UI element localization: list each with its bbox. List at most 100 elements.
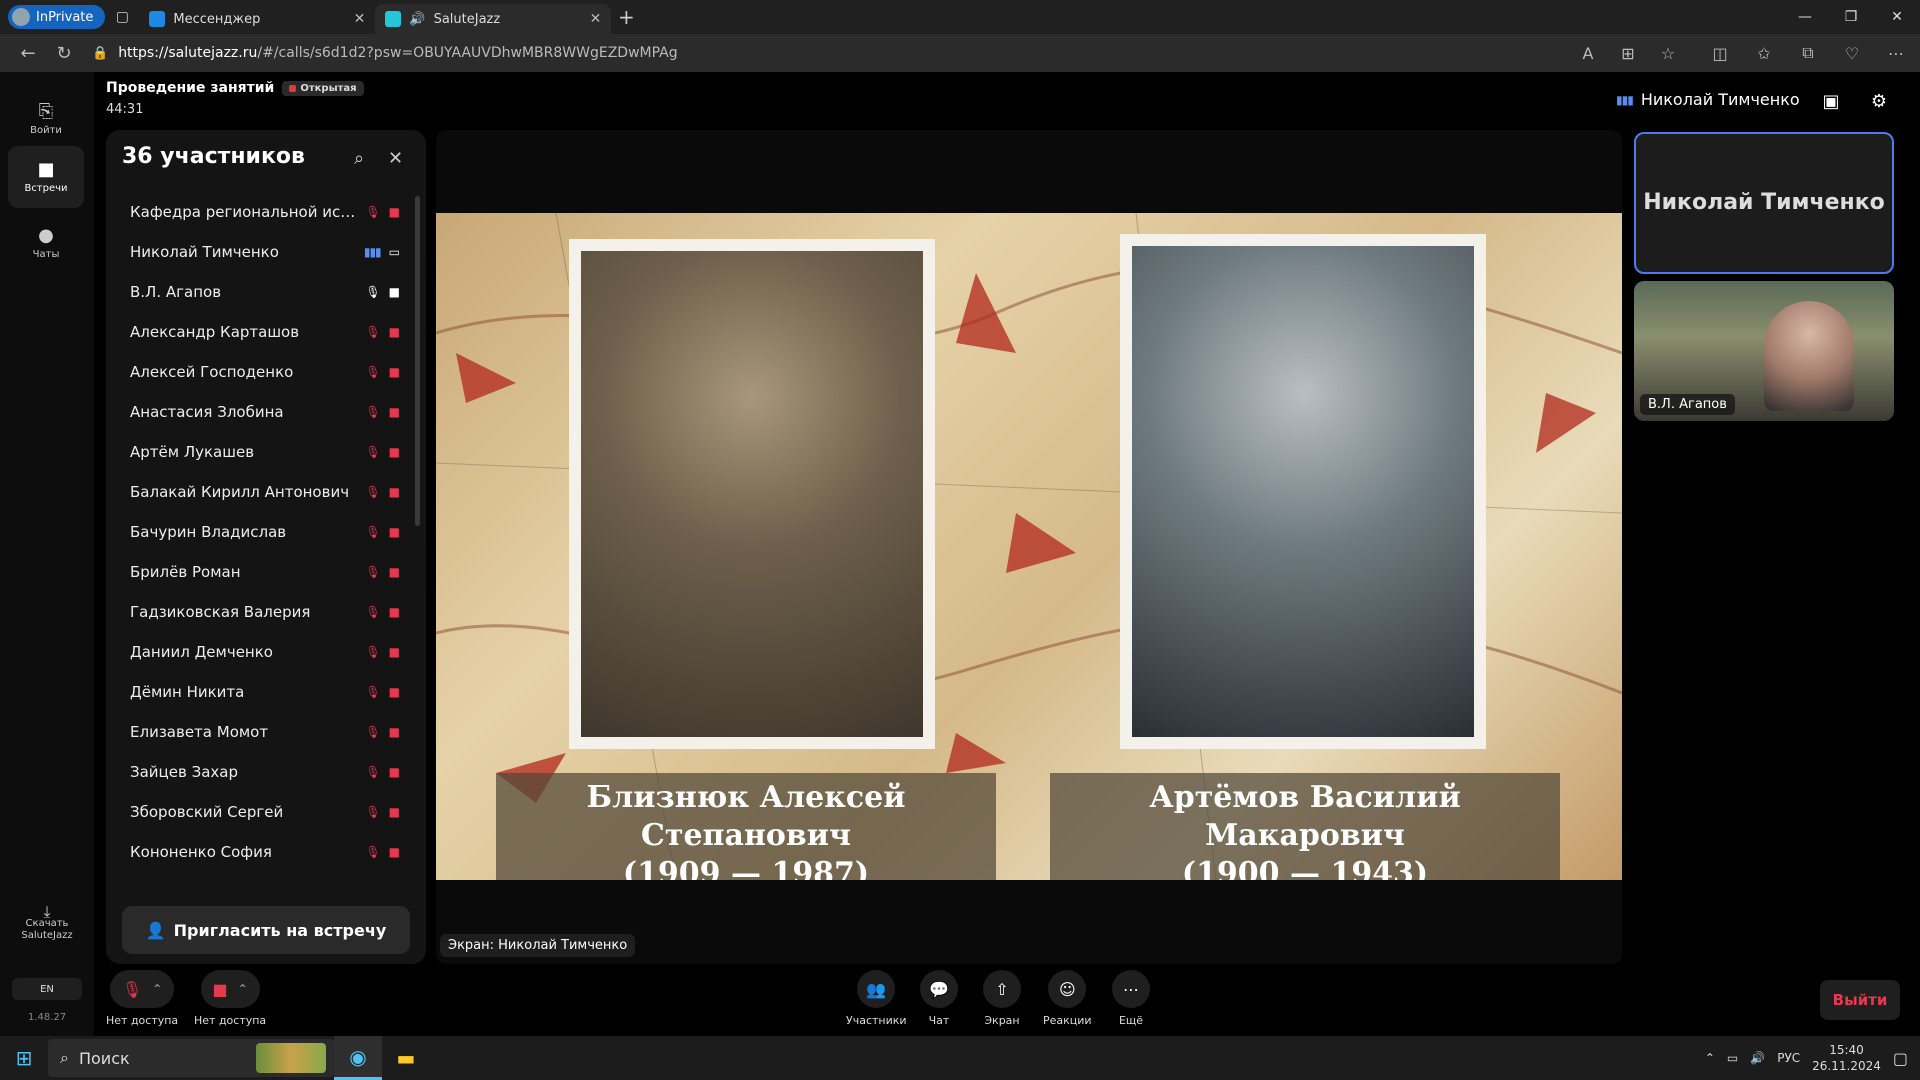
camera-off-icon: ■ [388, 205, 400, 219]
list-item[interactable]: Балакай Кирилл Антонович 🎙 ■ [106, 472, 416, 512]
list-item[interactable]: Зайцев Захар 🎙 ■ [106, 752, 416, 792]
edge-browser-icon[interactable]: ◉ [334, 1036, 382, 1080]
participant-status: 🎙 ■ [365, 565, 400, 579]
screen-button[interactable]: ⇧ Экран [983, 970, 1021, 1027]
back-icon[interactable]: ← [10, 37, 46, 69]
list-item[interactable]: Зборовский Сергей 🎙 ■ [106, 792, 416, 832]
split-screen-icon[interactable]: ◫ [1700, 34, 1740, 72]
windows-start-icon[interactable]: ⊞ [0, 1036, 48, 1080]
rail-meetings[interactable]: ■ Встречи [8, 146, 84, 208]
close-icon[interactable]: ✕ [388, 148, 403, 169]
list-item[interactable]: Анастасия Злобина 🎙 ■ [106, 392, 416, 432]
list-item[interactable]: Бачурин Владислав 🎙 ■ [106, 512, 416, 552]
screen-button-label: Экран [984, 1014, 1020, 1027]
camera-toggle-button[interactable]: ■ ⌃ [200, 970, 260, 1008]
participant-name: Александр Карташов [130, 323, 300, 341]
clock-date: 26.11.2024 [1812, 1059, 1881, 1073]
app-available-icon[interactable]: ⊞ [1608, 34, 1648, 72]
left-rail: ⎘ Войти ■ Встречи ● Чаты [0, 72, 94, 1036]
list-item[interactable]: Николай Тимченко ▮▮▮ ▭ [106, 232, 416, 272]
close-window-icon[interactable]: ✕ [1874, 0, 1920, 34]
participant-name: Анастасия Злобина [130, 403, 284, 421]
chat-button[interactable]: 💬 Чат [920, 970, 958, 1027]
portrait-right [1120, 234, 1486, 749]
camera-off-icon: ■ [388, 525, 400, 539]
camera-off-icon: ■ [388, 485, 400, 499]
more-menu-icon[interactable]: ⋯ [1876, 34, 1916, 72]
layout-icon[interactable]: ▣ [1816, 86, 1846, 116]
leave-button[interactable]: Выйти [1820, 980, 1900, 1020]
meeting-status-badge: Открытая [282, 80, 364, 96]
camera-control[interactable]: ■ ⌃ Нет доступа [194, 970, 266, 1027]
reactions-button[interactable]: ☺ Реакции [1043, 970, 1092, 1027]
file-explorer-icon[interactable]: ▬ [382, 1036, 430, 1080]
input-language[interactable]: РУС [1777, 1051, 1800, 1065]
tab-salutejazz[interactable]: 🔊 SaluteJazz ✕ [375, 4, 612, 34]
list-item[interactable]: Елизавета Момот 🎙 ■ [106, 712, 416, 752]
chevron-up-icon[interactable]: ⌃ [238, 982, 248, 996]
url-host: https://salutejazz.ru [118, 45, 258, 61]
inprivate-badge[interactable]: InPrivate [8, 5, 106, 29]
smile-icon: ☺ [1048, 970, 1087, 1008]
chevron-up-icon[interactable]: ⌃ [1705, 1051, 1715, 1065]
search-icon[interactable]: ⌕ [354, 148, 364, 169]
list-item[interactable]: Александр Карташов 🎙 ■ [106, 312, 416, 352]
rail-login-label: Войти [30, 124, 62, 136]
caption-right: Артёмов Василий Макарович (1900 — 1943) [1050, 773, 1560, 880]
tile-agapov[interactable]: В.Л. Агапов [1634, 281, 1894, 421]
more-button[interactable]: ⋯ Ещё [1112, 970, 1150, 1027]
participants-button[interactable]: 👥 Участники [846, 970, 907, 1027]
participants-button-label: Участники [846, 1014, 907, 1027]
tile-agapov-name: В.Л. Агапов [1640, 394, 1735, 415]
list-item[interactable]: Кононенко София 🎙 ■ [106, 832, 416, 872]
download-app[interactable]: ⤓ Скачать SaluteJazz [14, 904, 80, 942]
language-switch[interactable]: EN [12, 978, 82, 1000]
tab-messenger[interactable]: Мессенджер ✕ [139, 4, 375, 34]
list-item[interactable]: Даниил Демченко 🎙 ■ [106, 632, 416, 672]
participant-status: 🎙 ■ [365, 285, 400, 299]
list-item[interactable]: В.Л. Агапов 🎙 ■ [106, 272, 416, 312]
favorite-star-icon[interactable]: ☆ [1648, 34, 1688, 72]
read-aloud-icon[interactable]: A [1568, 34, 1608, 72]
rail-chats[interactable]: ● Чаты [8, 212, 84, 274]
taskbar-search[interactable]: ⌕ Поиск [48, 1039, 334, 1077]
list-item[interactable]: Кафедра региональной ист... 🎙 ■ [106, 192, 416, 232]
browser-essentials-icon[interactable]: ♡ [1832, 34, 1872, 72]
mic-control[interactable]: 🎙 ⌃ Нет доступа [106, 970, 178, 1027]
restore-icon[interactable]: ❐ [1828, 0, 1874, 34]
login-icon: ⎘ [38, 100, 54, 122]
minimize-icon[interactable]: — [1782, 0, 1828, 34]
tile-nikolai[interactable]: Николай Тимченко [1634, 132, 1894, 274]
participants-scrollbar[interactable] [415, 196, 420, 526]
list-item[interactable]: Артём Лукашев 🎙 ■ [106, 432, 416, 472]
mic-toggle-button[interactable]: 🎙 ⌃ [109, 970, 175, 1008]
invite-button[interactable]: 👤 Пригласить на встречу [122, 906, 410, 954]
mic-off-icon: 🎙 [365, 765, 381, 779]
volume-icon[interactable]: 🔊 [1750, 1051, 1765, 1065]
clock[interactable]: 15:40 26.11.2024 [1812, 1042, 1881, 1074]
refresh-icon[interactable]: ↻ [46, 37, 82, 69]
close-tab-icon[interactable]: ✕ [354, 11, 366, 27]
new-tab-icon[interactable]: + [611, 2, 641, 32]
notifications-icon[interactable]: ▢ [1893, 1049, 1908, 1068]
collections-icon[interactable]: ⧉ [1788, 34, 1828, 72]
rail-login[interactable]: ⎘ Войти [8, 88, 84, 150]
inprivate-label: InPrivate [36, 9, 94, 25]
audio-playing-icon[interactable]: 🔊 [409, 12, 425, 27]
chevron-up-icon[interactable]: ⌃ [152, 982, 162, 996]
url-field[interactable]: 🔒 https://salutejazz.ru/#/calls/s6d1d2?p… [92, 45, 678, 61]
list-item[interactable]: Гадзиковская Валерия 🎙 ■ [106, 592, 416, 632]
network-icon[interactable]: ▭ [1727, 1051, 1738, 1065]
gear-icon[interactable]: ⚙ [1864, 86, 1894, 116]
badge-label: Открытая [300, 82, 357, 94]
list-item[interactable]: Дёмин Никита 🎙 ■ [106, 672, 416, 712]
caption-left: Близнюк Алексей Степанович (1909 — 1987) [496, 773, 996, 880]
close-tab-icon[interactable]: ✕ [590, 11, 602, 27]
tab-actions-icon[interactable]: ▢ [105, 0, 139, 34]
participant-status: 🎙 ■ [365, 365, 400, 379]
tab-label: Мессенджер [173, 11, 261, 27]
favorites-icon[interactable]: ✩ [1744, 34, 1784, 72]
list-item[interactable]: Алексей Господенко 🎙 ■ [106, 352, 416, 392]
list-item[interactable]: Брилёв Роман 🎙 ■ [106, 552, 416, 592]
participant-name: Николай Тимченко [130, 243, 279, 261]
